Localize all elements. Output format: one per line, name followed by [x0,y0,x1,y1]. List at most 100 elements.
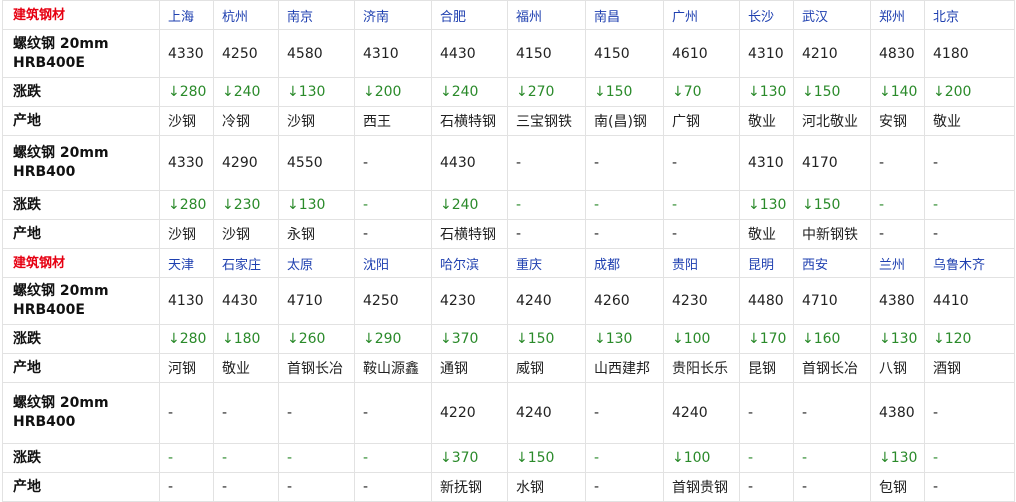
city-name: 哈尔滨 [431,248,508,278]
origin-cell: 沙钢 [159,106,214,136]
product-name-line1: 螺纹钢 20mm [13,145,109,161]
price-cell: 4240 [663,382,740,444]
origin-cell: 包钢 [870,472,925,502]
origin-cell: 首钢长冶 [793,353,871,383]
price-cell: 4250 [213,29,279,78]
change-cell: ↓280 [159,324,214,354]
price-cell: 4220 [431,382,508,444]
price-cell: 4330 [159,29,214,78]
product-name-line1: 螺纹钢 20mm [13,35,109,52]
price-cell: - [585,382,664,444]
origin-row: 产地 沙钢 冷钢 沙钢 西王 石横特钢 三宝钢铁 南(昌)钢 广钢 敬业 河北敬业 安钢 敬业 [2,106,1015,136]
price-cell: 4150 [585,29,664,78]
change-cell: ↓120 [924,324,1015,354]
change-cell: - [663,190,740,220]
change-cell: ↓170 [739,324,794,354]
price-cell: 4430 [431,29,508,78]
origin-cell: - [278,472,355,502]
origin-label: 产地 [2,472,160,502]
change-label: 涨跌 [2,324,160,354]
price-cell: - [793,382,871,444]
price-cell: 4580 [278,29,355,78]
price-cell: 4170 [793,135,871,191]
origin-cell: 广钢 [663,106,740,136]
city-name: 成都 [585,248,664,278]
origin-cell: - [585,219,664,249]
origin-cell: 敬业 [739,106,794,136]
city-name: 广州 [663,0,740,30]
origin-cell: - [924,472,1015,502]
origin-cell: 中新钢铁 [793,219,871,249]
price-cell: 4430 [213,277,279,325]
city-name: 合肥 [431,0,508,30]
origin-cell: 首钢长冶 [278,353,355,383]
change-cell: ↓130 [870,324,925,354]
city-name: 武汉 [793,0,871,30]
origin-row: 产地 沙钢 沙钢 永钢 - 石横特钢 - - - 敬业 中新钢铁 - - [2,219,1015,249]
price-cell: 4380 [870,382,925,444]
origin-cell: - [213,472,279,502]
origin-cell: 首钢贵钢 [663,472,740,502]
product-name-line1: 螺纹钢 20mm [13,395,109,411]
origin-cell: 通钢 [431,353,508,383]
origin-cell: 新抚钢 [431,472,508,502]
city-name: 昆明 [739,248,794,278]
origin-cell: - [924,219,1015,249]
change-cell: ↓290 [354,324,432,354]
price-cell: 4610 [663,29,740,78]
change-cell: - [924,190,1015,220]
city-name: 天津 [159,248,214,278]
price-cell: - [924,135,1015,191]
origin-cell: - [870,219,925,249]
origin-cell: 威钢 [507,353,586,383]
change-cell: ↓130 [739,77,794,107]
change-cell: ↓100 [663,443,740,473]
change-cell: ↓70 [663,77,740,107]
price-cell: 4260 [585,277,664,325]
origin-cell: 沙钢 [278,106,355,136]
change-cell: ↓230 [213,190,279,220]
origin-cell: 永钢 [278,219,355,249]
change-cell: ↓370 [431,324,508,354]
origin-row: 产地 - - - - 新抚钢 水钢 - 首钢贵钢 - - 包钢 - [2,472,1015,502]
origin-cell: 石横特钢 [431,219,508,249]
origin-cell: 贵阳长乐 [663,353,740,383]
change-cell: ↓130 [585,324,664,354]
change-cell: ↓140 [870,77,925,107]
change-cell: - [924,443,1015,473]
change-cell: - [159,443,214,473]
city-name: 杭州 [213,0,279,30]
price-cell: 4290 [213,135,279,191]
product-name-line2: HRB400E [13,302,85,318]
city-name: 太原 [278,248,355,278]
change-cell: ↓130 [739,190,794,220]
origin-cell: 山西建邦 [585,353,664,383]
price-row: 螺纹钢 20mm HRB400E 4130 4430 4710 4250 4230 4240 4… [2,277,1015,325]
origin-cell: - [663,219,740,249]
price-cell: - [739,382,794,444]
category-label: 建筑钢材 [2,0,160,30]
origin-cell: 敬业 [739,219,794,249]
change-cell: ↓160 [793,324,871,354]
price-cell: - [278,382,355,444]
price-cell: 4230 [431,277,508,325]
change-cell: ↓150 [507,324,586,354]
price-cell: 4330 [159,135,214,191]
origin-cell: 三宝钢铁 [507,106,586,136]
steel-price-table: 建筑钢材 上海 杭州 南京 济南 合肥 福州 南昌 广州 长沙 武汉 郑州 北京 螺纹钢 20mm HRB4… [2,0,1015,502]
change-cell: ↓180 [213,324,279,354]
price-cell: 4240 [507,277,586,325]
change-row: 涨跌 - - - - ↓370 ↓150- ↓100- - ↓130- [2,443,1015,473]
change-label: 涨跌 [2,190,160,220]
city-name: 北京 [924,0,1015,30]
change-cell: ↓280 [159,77,214,107]
origin-cell: - [354,219,432,249]
origin-cell: 鞍山源鑫 [354,353,432,383]
price-cell: 4230 [663,277,740,325]
change-cell: ↓270 [507,77,586,107]
price-cell: 4130 [159,277,214,325]
city-name: 南昌 [585,0,664,30]
change-cell: ↓130 [870,443,925,473]
change-cell: - [213,443,279,473]
change-cell: - [278,443,355,473]
